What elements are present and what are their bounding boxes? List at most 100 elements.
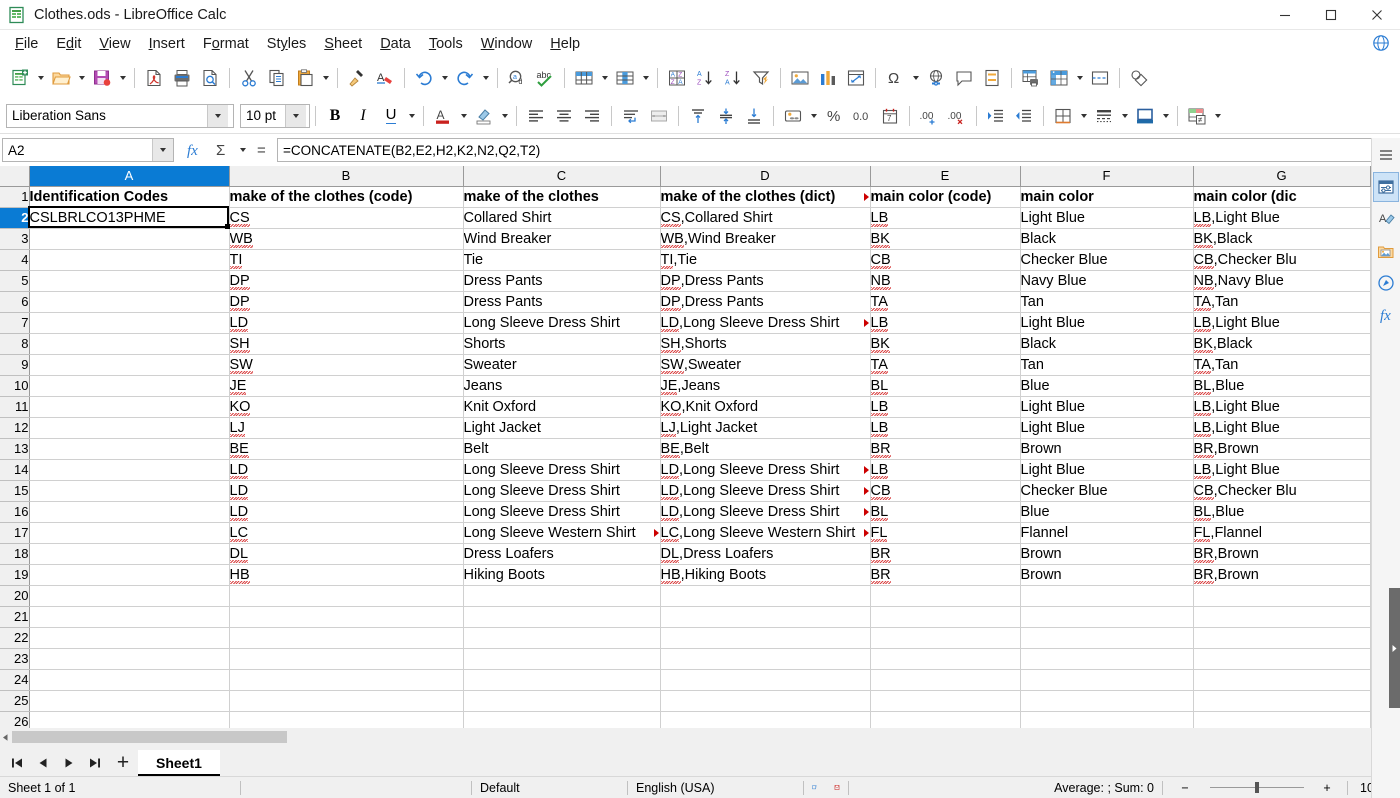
cell-B10[interactable]: JE xyxy=(229,375,464,397)
cell-F14[interactable]: Light Blue xyxy=(1020,459,1194,481)
cell-E9[interactable]: TA xyxy=(870,354,1021,376)
cell-E15[interactable]: CB xyxy=(870,480,1021,502)
cell-B21[interactable] xyxy=(229,606,464,628)
cell-B22[interactable] xyxy=(229,627,464,649)
last-sheet-icon[interactable] xyxy=(82,750,108,776)
headers-footers-icon[interactable] xyxy=(1017,63,1045,93)
cell-E24[interactable] xyxy=(870,669,1021,691)
format-number-icon[interactable]: 0.0 xyxy=(848,101,876,131)
cell-C7[interactable]: Long Sleeve Dress Shirt xyxy=(463,312,661,334)
cell-F20[interactable] xyxy=(1020,585,1194,607)
cell-F21[interactable] xyxy=(1020,606,1194,628)
cell-E10[interactable]: BL xyxy=(870,375,1021,397)
undo-icon[interactable] xyxy=(410,63,438,93)
cell-B16[interactable]: LD xyxy=(229,501,464,523)
align-left-icon[interactable] xyxy=(522,101,550,131)
cell-E3[interactable]: BK xyxy=(870,228,1021,250)
cell-B8[interactable]: SH xyxy=(229,333,464,355)
zoom-slider-handle[interactable] xyxy=(1255,782,1259,793)
sheet-tab-sheet1[interactable]: Sheet1 xyxy=(138,750,220,776)
minimize-button[interactable] xyxy=(1262,0,1308,30)
cell-D10[interactable]: JE,Jeans xyxy=(659,375,871,397)
cell-C17[interactable]: Long Sleeve Western Shirt xyxy=(463,522,661,544)
cell-D25[interactable] xyxy=(659,690,871,712)
pivot-table-icon[interactable] xyxy=(842,63,870,93)
cell-C22[interactable] xyxy=(463,627,661,649)
redo-icon[interactable] xyxy=(451,63,479,93)
cell-A9[interactable] xyxy=(29,354,230,376)
cell-F6[interactable]: Tan xyxy=(1020,291,1194,313)
cell-A12[interactable] xyxy=(29,417,230,439)
menu-help[interactable]: Help xyxy=(541,34,589,54)
cell-F25[interactable] xyxy=(1020,690,1194,712)
cell-D26[interactable] xyxy=(659,711,871,729)
freeze-rows-columns-icon[interactable] xyxy=(1045,63,1073,93)
scroll-left-icon[interactable] xyxy=(0,733,10,742)
sidebar-item-properties[interactable] xyxy=(1373,172,1399,202)
cell-E20[interactable] xyxy=(870,585,1021,607)
cell-D11[interactable]: KO,Knit Oxford xyxy=(659,396,871,418)
row-header-13[interactable]: 13 xyxy=(0,438,30,460)
cell-B11[interactable]: KO xyxy=(229,396,464,418)
name-box[interactable]: A2 xyxy=(2,138,174,162)
undo-dropdown-icon[interactable] xyxy=(438,63,451,93)
sidebar-item-styles[interactable]: A xyxy=(1373,204,1399,234)
add-sheet-button[interactable]: + xyxy=(108,750,138,776)
cell-A21[interactable] xyxy=(29,606,230,628)
cell-C11[interactable]: Knit Oxford xyxy=(463,396,661,418)
cell-G4[interactable]: CB,Checker Blu xyxy=(1193,249,1371,271)
cell-E17[interactable]: FL xyxy=(870,522,1021,544)
cell-A25[interactable] xyxy=(29,690,230,712)
cell-B20[interactable] xyxy=(229,585,464,607)
cell-F19[interactable]: Brown xyxy=(1020,564,1194,586)
cell-D1[interactable]: make of the clothes (dict) xyxy=(659,186,871,208)
save-icon[interactable] xyxy=(88,63,116,93)
cell-F11[interactable]: Light Blue xyxy=(1020,396,1194,418)
increase-indent-icon[interactable] xyxy=(982,101,1010,131)
row-dropdown-icon[interactable] xyxy=(598,63,611,93)
font-color-dropdown-icon[interactable] xyxy=(457,101,470,131)
hyperlink-icon[interactable] xyxy=(922,63,950,93)
selection-mode-icon[interactable]: T xyxy=(804,777,826,798)
cell-C1[interactable]: make of the clothes xyxy=(463,186,661,208)
open-file-dropdown-icon[interactable] xyxy=(75,63,88,93)
cell-A17[interactable] xyxy=(29,522,230,544)
menu-view[interactable]: View xyxy=(90,34,139,54)
font-size-combobox[interactable]: 10 pt xyxy=(240,103,310,128)
cell-B7[interactable]: LD xyxy=(229,312,464,334)
cell-F16[interactable]: Blue xyxy=(1020,501,1194,523)
column-header-d[interactable]: D xyxy=(660,166,871,187)
align-middle-icon[interactable] xyxy=(712,101,740,131)
zoom-in-button[interactable]: + xyxy=(1307,777,1347,798)
cell-B19[interactable]: HB xyxy=(229,564,464,586)
cell-C12[interactable]: Light Jacket xyxy=(463,417,661,439)
cell-F10[interactable]: Blue xyxy=(1020,375,1194,397)
cell-G12[interactable]: LB,Light Blue xyxy=(1193,417,1371,439)
row-icon[interactable] xyxy=(570,63,598,93)
cell-B17[interactable]: LC xyxy=(229,522,464,544)
paste-dropdown-icon[interactable] xyxy=(319,63,332,93)
print-icon[interactable] xyxy=(168,63,196,93)
cell-E25[interactable] xyxy=(870,690,1021,712)
cell-E11[interactable]: LB xyxy=(870,396,1021,418)
insert-image-icon[interactable] xyxy=(786,63,814,93)
name-box-dropdown-icon[interactable] xyxy=(152,139,173,161)
sum-icon[interactable]: Σ xyxy=(208,136,236,164)
font-name-combobox[interactable]: Liberation Sans xyxy=(6,103,234,128)
align-right-icon[interactable] xyxy=(578,101,606,131)
spelling-icon[interactable]: abc xyxy=(531,63,559,93)
cell-B18[interactable]: DL xyxy=(229,543,464,565)
cell-F7[interactable]: Light Blue xyxy=(1020,312,1194,334)
cell-G22[interactable] xyxy=(1193,627,1371,649)
cell-D13[interactable]: BE,Belt xyxy=(659,438,871,460)
comment-icon[interactable] xyxy=(950,63,978,93)
cell-D14[interactable]: LD,Long Sleeve Dress Shirt xyxy=(659,459,871,481)
row-header-5[interactable]: 5 xyxy=(0,270,30,292)
cell-D7[interactable]: LD,Long Sleeve Dress Shirt xyxy=(659,312,871,334)
row-header-26[interactable]: 26 xyxy=(0,711,30,729)
cell-C8[interactable]: Shorts xyxy=(463,333,661,355)
cell-E16[interactable]: BL xyxy=(870,501,1021,523)
cell-G26[interactable] xyxy=(1193,711,1371,729)
previous-sheet-icon[interactable] xyxy=(30,750,56,776)
cell-G13[interactable]: BR,Brown xyxy=(1193,438,1371,460)
